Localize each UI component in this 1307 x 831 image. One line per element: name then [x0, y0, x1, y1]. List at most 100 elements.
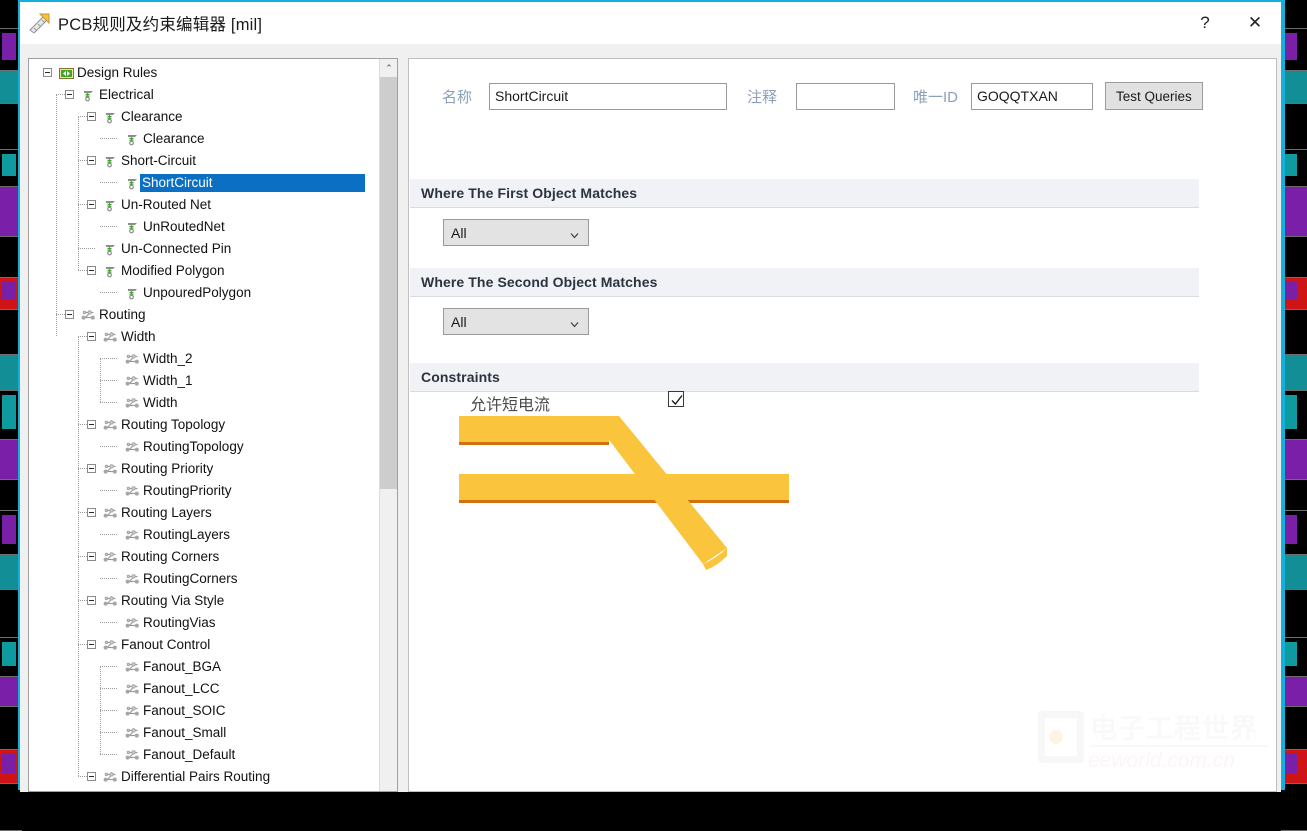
tree-item[interactable]: Routing Corners [29, 546, 377, 568]
tree-item[interactable]: Routing Via Style [29, 590, 377, 612]
electrical-icon [103, 264, 118, 278]
rule-header-form: 名称 ShortCircuit 注释 唯一ID GOQQTXAN Test Qu… [409, 59, 1276, 133]
tree-item[interactable]: Width [29, 326, 377, 348]
chevron-down-icon [570, 227, 579, 239]
tree-item-label: ShortCircuit [140, 173, 365, 193]
second-object-scope-dropdown[interactable]: All [443, 308, 589, 335]
layer-tab-block [1281, 784, 1307, 830]
tree-expander-collapse[interactable] [87, 772, 96, 781]
eeworld-watermark: 电子工程世界 eeworld.com.cn [1038, 703, 1268, 783]
tree-vertical-scrollbar[interactable]: ⌃ [379, 59, 397, 791]
tree-item-label: RoutingLayers [143, 526, 231, 542]
tree-item[interactable]: RoutingVias [29, 612, 377, 634]
routing-icon [125, 660, 140, 674]
tree-expander-collapse[interactable] [87, 596, 96, 605]
layer-tab-block [0, 784, 22, 830]
layer-tab-marker [1283, 515, 1297, 544]
tree-guide-line [100, 446, 117, 447]
tree-item[interactable]: Width_1 [29, 370, 377, 392]
routing-icon [103, 330, 118, 344]
tree-item[interactable]: Routing Priority [29, 458, 377, 480]
tree-guide-line [100, 138, 117, 139]
unique-id-input[interactable]: GOQQTXAN [971, 82, 1093, 110]
tree-expander-collapse[interactable] [65, 310, 74, 319]
layer-tab-marker [1283, 282, 1297, 299]
tree-item[interactable]: Electrical [29, 84, 377, 106]
tree-expander-collapse[interactable] [87, 420, 96, 429]
tree-expander-collapse[interactable] [87, 266, 96, 275]
tree-expander-collapse[interactable] [65, 90, 74, 99]
pcb-rules-dialog: PCB规则及约束编辑器 [mil] ? ✕ Design Rules Electr… [18, 0, 1283, 792]
tree-item[interactable]: Width_2 [29, 348, 377, 370]
tree-item-label: Routing Priority [121, 460, 214, 476]
tree-guide-line [100, 226, 117, 227]
tree-item[interactable]: Fanout_Default [29, 744, 377, 766]
close-button[interactable]: ✕ [1232, 2, 1278, 44]
tree-guide-line [78, 776, 87, 777]
tree-item[interactable]: Fanout Control [29, 634, 377, 656]
scroll-up-button[interactable]: ⌃ [380, 59, 397, 77]
tree-item[interactable]: RoutingLayers [29, 524, 377, 546]
tree-item[interactable]: Routing Layers [29, 502, 377, 524]
tree-item-label: Fanout_BGA [143, 658, 222, 674]
layer-tab-marker [1283, 395, 1297, 429]
tree-expander-collapse[interactable] [87, 508, 96, 517]
routing-icon [125, 726, 140, 740]
layer-tab-marker [2, 33, 16, 60]
layer-tab-marker [2, 754, 16, 773]
test-queries-button[interactable]: Test Queries [1105, 82, 1203, 110]
tree-expander-collapse[interactable] [87, 156, 96, 165]
scrollbar-thumb[interactable] [380, 77, 397, 489]
allow-short-circuit-label: 允许短电流 [470, 397, 551, 414]
routing-icon [103, 418, 118, 432]
tree-guide-line [78, 248, 95, 249]
tree-expander-collapse[interactable] [43, 68, 52, 77]
tree-guide-line [100, 688, 117, 689]
tree-item[interactable]: Short-Circuit [29, 150, 377, 172]
tree-item[interactable]: RoutingCorners [29, 568, 377, 590]
tree-item[interactable]: Fanout_BGA [29, 656, 377, 678]
tree-item-label: Routing Corners [121, 548, 220, 564]
tree-item[interactable]: Clearance [29, 128, 377, 150]
tree-item[interactable]: Fanout_SOIC [29, 700, 377, 722]
tree-item[interactable]: RoutingTopology [29, 436, 377, 458]
tree-item[interactable]: Routing [29, 304, 377, 326]
tree-item[interactable]: Un-Connected Pin [29, 238, 377, 260]
tree-expander-collapse[interactable] [87, 464, 96, 473]
tree-item[interactable]: UnRoutedNet [29, 216, 377, 238]
tree-item-label: Fanout_Small [143, 724, 227, 740]
tree-item[interactable]: Fanout_Small [29, 722, 377, 744]
tree-guide-line [78, 644, 87, 645]
tree-item[interactable]: Design Rules [29, 62, 377, 84]
tree-item[interactable]: Fanout_LCC [29, 678, 377, 700]
tree-item[interactable]: Routing Topology [29, 414, 377, 436]
tree-item[interactable]: Width [29, 392, 377, 414]
tree-item[interactable]: UnpouredPolygon [29, 282, 377, 304]
tree-item[interactable]: RoutingPriority [29, 480, 377, 502]
routing-icon [103, 506, 118, 520]
design-rules-tree-panel: Design Rules Electrical Clearance Clearance… [28, 58, 398, 792]
design-rules-tree[interactable]: Design Rules Electrical Clearance Clearance… [29, 59, 377, 791]
electrical-icon [103, 198, 118, 212]
tree-item-label: UnpouredPolygon [143, 284, 252, 300]
tree-expander-collapse[interactable] [87, 332, 96, 341]
first-object-scope-dropdown[interactable]: All [443, 219, 589, 246]
tree-guide-line [78, 468, 87, 469]
second-object-scope-value: All [451, 313, 467, 330]
tree-expander-collapse[interactable] [87, 640, 96, 649]
allow-short-circuit-checkbox[interactable] [668, 391, 684, 407]
tree-item[interactable]: Modified Polygon [29, 260, 377, 282]
tree-expander-collapse[interactable] [87, 552, 96, 561]
title-bar: PCB规则及约束编辑器 [mil] ? ✕ [20, 2, 1281, 44]
tree-expander-collapse[interactable] [87, 112, 96, 121]
tree-item[interactable]: Differential Pairs Routing [29, 766, 377, 788]
tree-item[interactable]: ShortCircuit [29, 172, 377, 194]
tree-expander-collapse[interactable] [87, 200, 96, 209]
tree-item[interactable]: Un-Routed Net [29, 194, 377, 216]
comment-input[interactable] [796, 82, 895, 110]
tree-item-label: Un-Routed Net [121, 196, 212, 212]
tree-guide-line [100, 402, 117, 403]
name-input[interactable]: ShortCircuit [489, 82, 727, 110]
tree-item[interactable]: Clearance [29, 106, 377, 128]
help-button[interactable]: ? [1182, 2, 1228, 44]
